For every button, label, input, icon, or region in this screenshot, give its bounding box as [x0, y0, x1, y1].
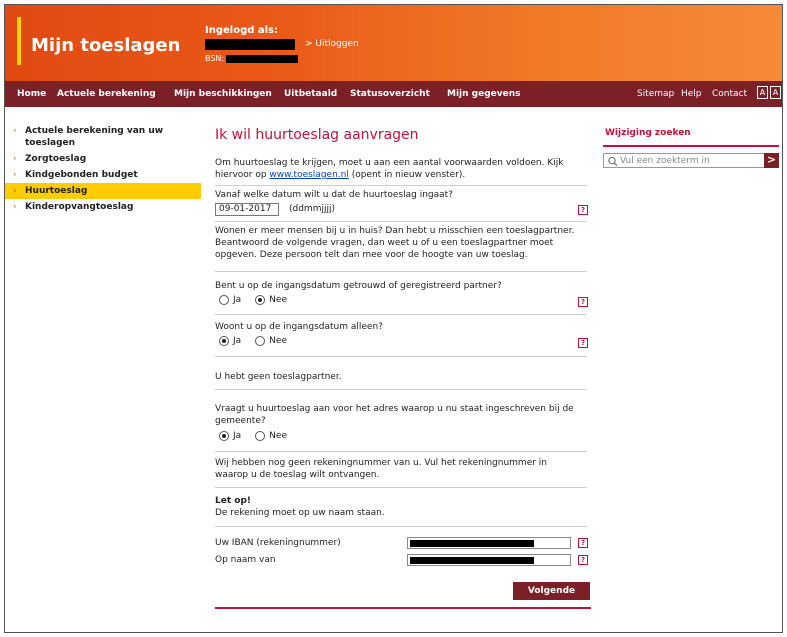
nav-home[interactable]: Home: [17, 89, 46, 99]
nav-sitemap[interactable]: Sitemap: [637, 89, 674, 99]
married-radio-group: Ja Nee: [219, 295, 297, 305]
account-name-redacted: [410, 557, 534, 564]
alone-radio-group: Ja Nee: [219, 336, 297, 346]
sidebar-item-kindgebonden-budget[interactable]: › Kindgebonden budget: [5, 167, 201, 183]
nav-actuele-berekening[interactable]: Actuele berekening: [57, 89, 156, 99]
sidebar-item-label: Zorgtoeslag: [25, 154, 87, 164]
change-search-title: Wijziging zoeken: [605, 128, 691, 138]
bsn-row: BSN:: [205, 54, 299, 63]
site-logo[interactable]: Mijn toeslagen: [31, 35, 180, 56]
form-bottom-border: [215, 607, 591, 609]
help-icon[interactable]: ?: [578, 297, 588, 307]
iban-input[interactable]: [407, 537, 571, 549]
account-name-input[interactable]: [407, 554, 571, 566]
radio-label: Ja: [233, 336, 242, 346]
address-radio-group: Ja Nee: [219, 431, 297, 441]
divider: [215, 314, 587, 315]
text-size-small-button[interactable]: A: [757, 86, 768, 99]
text-size-large-button[interactable]: A: [770, 86, 781, 99]
alone-no-radio[interactable]: [255, 336, 266, 346]
divider: [215, 271, 587, 272]
intro-text: Om huurtoeslag te krijgen, moet u aan ee…: [215, 157, 575, 181]
nav-mijn-beschikkingen[interactable]: Mijn beschikkingen: [174, 89, 272, 99]
iban-redacted: [410, 540, 534, 547]
married-no-radio[interactable]: [255, 295, 266, 305]
search-input[interactable]: Vul een zoekterm in >: [603, 153, 779, 168]
sidebar-item-kinderopvangtoeslag[interactable]: › Kinderopvangtoeslag: [5, 199, 201, 215]
radio-label: Nee: [269, 336, 287, 346]
nav-contact[interactable]: Contact: [712, 89, 747, 99]
married-yes-radio[interactable]: [219, 295, 229, 305]
nav-statusoverzicht[interactable]: Statusoverzicht: [350, 89, 430, 99]
radio-label: Ja: [233, 295, 242, 305]
nav-uitbetaald[interactable]: Uitbetaald: [284, 89, 337, 99]
address-no-radio[interactable]: [255, 431, 266, 441]
chevron-right-icon: ›: [13, 126, 17, 136]
chevron-right-icon: ›: [13, 170, 17, 180]
help-icon[interactable]: ?: [578, 538, 588, 548]
main-nav: Home Actuele berekening Mijn beschikking…: [5, 81, 782, 107]
next-button[interactable]: Volgende: [513, 582, 590, 600]
alone-question: Woont u op de ingangsdatum alleen?: [215, 322, 383, 332]
sidebar: › Actuele berekening van uw toeslagen › Zo…: [5, 123, 201, 215]
date-format-hint: (ddmmjjjj): [289, 204, 335, 214]
bsn-redacted: [226, 54, 299, 63]
title-underline: [603, 145, 779, 147]
account-info: Wij hebben nog geen rekeningnummer van u…: [215, 458, 548, 480]
account-name-label: Op naam van: [215, 555, 276, 565]
chevron-right-icon: ›: [13, 154, 17, 164]
intro-text-end: (opent in nieuw venster).: [348, 170, 466, 180]
search-placeholder: Vul een zoekterm in: [620, 156, 710, 166]
browser-viewport: Mijn toeslagen Ingelogd als: > Uitloggen…: [4, 4, 783, 633]
user-name-redacted: [205, 39, 295, 50]
sidebar-item-zorgtoeslag[interactable]: › Zorgtoeslag: [5, 151, 201, 167]
attention-title: Let op!: [215, 496, 252, 506]
toeslagen-link[interactable]: www.toeslagen.nl: [269, 170, 348, 180]
radio-label: Nee: [269, 295, 287, 305]
divider: [215, 526, 587, 527]
alone-yes-radio[interactable]: [219, 336, 229, 346]
divider: [215, 221, 587, 222]
partner-info: Wonen er meer mensen bij u in huis? Dan …: [215, 226, 575, 260]
address-question: Vraagt u huurtoeslag aan voor het adres …: [215, 404, 574, 426]
nav-mijn-gegevens[interactable]: Mijn gegevens: [447, 89, 521, 99]
sidebar-item-label: Huurtoeslag: [25, 186, 88, 196]
date-question: Vanaf welke datum wilt u dat de huurtoes…: [215, 190, 453, 200]
sidebar-item-huurtoeslag[interactable]: › Huurtoeslag: [5, 183, 201, 199]
no-partner-text: U hebt geen toeslagpartner.: [215, 372, 342, 382]
attention-text: De rekening moet op uw naam staan.: [215, 508, 385, 518]
page-title: Ik wil huurtoeslag aanvragen: [215, 127, 419, 143]
married-question: Bent u op de ingangsdatum getrouwd of ge…: [215, 281, 502, 291]
logo-accent-bar: [17, 17, 21, 65]
divider: [215, 389, 587, 390]
sidebar-item-actuele-berekening[interactable]: › Actuele berekening van uw toeslagen: [5, 123, 175, 151]
start-date-input[interactable]: 09-01-2017: [215, 203, 279, 216]
search-submit-button[interactable]: >: [764, 153, 779, 168]
logout-link[interactable]: > Uitloggen: [305, 39, 359, 49]
radio-label: Ja: [233, 431, 242, 441]
site-header: Mijn toeslagen Ingelogd als: > Uitloggen…: [5, 5, 782, 81]
logged-in-label: Ingelogd als:: [205, 25, 279, 36]
bsn-label: BSN:: [205, 54, 225, 63]
sidebar-item-label: Kinderopvangtoeslag: [25, 202, 134, 212]
chevron-right-icon: ›: [13, 202, 17, 212]
text-size-switch: A A: [757, 86, 781, 99]
divider: [215, 487, 587, 488]
help-icon[interactable]: ?: [578, 555, 588, 565]
sidebar-item-label: Actuele berekening van uw toeslagen: [25, 126, 164, 148]
sidebar-item-label: Kindgebonden budget: [25, 170, 138, 180]
iban-label: Uw IBAN (rekeningnummer): [215, 538, 341, 548]
address-yes-radio[interactable]: [219, 431, 229, 441]
help-icon[interactable]: ?: [578, 338, 588, 348]
divider: [215, 185, 587, 186]
nav-help[interactable]: Help: [681, 89, 702, 99]
radio-label: Nee: [269, 431, 287, 441]
divider: [215, 451, 587, 452]
help-icon[interactable]: ?: [578, 205, 588, 215]
search-icon: [608, 156, 618, 167]
chevron-right-icon: ›: [13, 186, 17, 196]
divider: [215, 356, 587, 357]
